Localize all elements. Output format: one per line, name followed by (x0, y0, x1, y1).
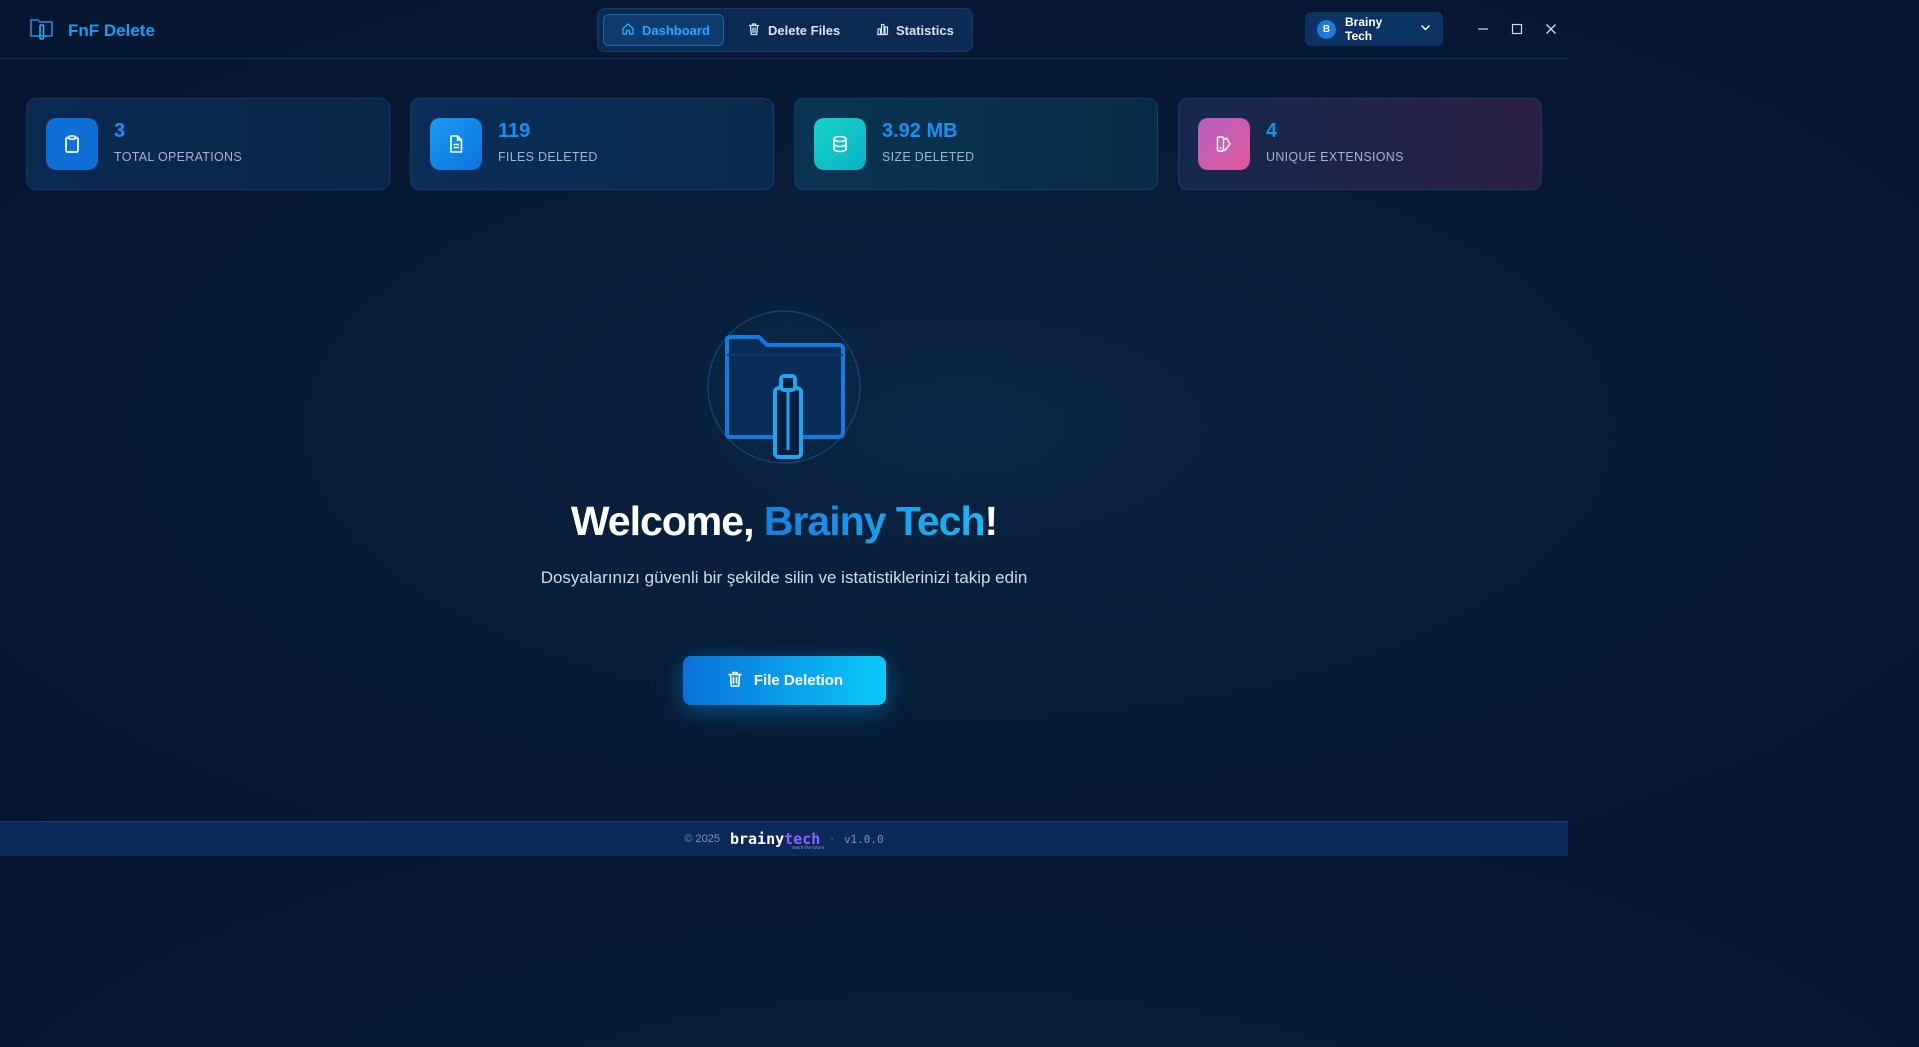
folder-delete-icon (707, 310, 861, 464)
user-name: Brainy Tech (1345, 15, 1383, 43)
top-bar: FnF Delete Dashboard Delete Files Statis… (0, 0, 1568, 59)
chevron-down-icon (1420, 20, 1431, 38)
avatar: B (1317, 19, 1336, 39)
stat-value: 3.92 MB (882, 120, 958, 142)
stat-value: 119 (498, 120, 531, 142)
tab-statistics[interactable]: Statistics (858, 14, 971, 46)
welcome-name: Brainy Tech (763, 498, 986, 544)
bar-chart-icon (875, 22, 889, 39)
copyright: © 2025 (684, 833, 720, 845)
welcome-suffix: ! (984, 498, 999, 544)
stat-card-unique-extensions: 4 UNIQUE EXTENSIONS (1178, 98, 1542, 190)
logo-part-1: brainy (729, 830, 785, 848)
minimize-icon[interactable] (1472, 18, 1494, 40)
file-deletion-label: File Deletion (753, 672, 844, 689)
brainytech-logo: brainytech reach the future (729, 830, 824, 850)
home-icon (621, 22, 635, 39)
stat-card-size-deleted: 3.92 MB SIZE DELETED (794, 98, 1158, 190)
main-nav: Dashboard Delete Files Statistics (597, 8, 973, 52)
stat-label: FILES DELETED (498, 150, 598, 164)
tab-statistics-label: Statistics (896, 22, 954, 38)
stat-value: 4 (1266, 120, 1278, 142)
trash-icon (726, 670, 744, 692)
stat-label: SIZE DELETED (882, 150, 975, 164)
welcome-subtitle: Dosyalarınızı güvenli bir şekilde silin … (540, 568, 1028, 587)
stat-label: UNIQUE EXTENSIONS (1266, 150, 1404, 164)
tab-delete-files[interactable]: Delete Files (730, 14, 857, 46)
stat-card-files-deleted: 119 FILES DELETED (410, 98, 774, 190)
welcome-prefix: Welcome, (570, 498, 764, 544)
app-version: v1.0.0 (843, 832, 884, 846)
close-icon[interactable] (1540, 18, 1562, 40)
footer-separator: · (830, 833, 834, 845)
tab-delete-files-label: Delete Files (768, 22, 841, 38)
file-text-icon (430, 118, 482, 170)
welcome-heading: Welcome, Brainy Tech! (0, 498, 1568, 545)
stat-value: 3 (114, 120, 126, 142)
app-title: FnF Delete (68, 20, 155, 40)
logo-tagline: reach the future (791, 845, 825, 850)
stat-label: TOTAL OPERATIONS (114, 150, 242, 164)
maximize-icon[interactable] (1506, 18, 1528, 40)
database-icon (814, 118, 866, 170)
file-deletion-button[interactable]: File Deletion (683, 656, 886, 705)
app-logo-icon (28, 14, 56, 47)
clipboard-icon (46, 118, 98, 170)
user-menu-button[interactable]: B Brainy Tech (1305, 12, 1443, 46)
tab-dashboard[interactable]: Dashboard (603, 14, 724, 46)
app-brand: FnF Delete (28, 14, 155, 47)
trash-icon (747, 22, 761, 39)
footer: © 2025 brainytech reach the future · v1.0… (0, 821, 1568, 856)
swatches-icon (1198, 118, 1250, 170)
tab-dashboard-label: Dashboard (642, 22, 710, 38)
stat-card-total-operations: 3 TOTAL OPERATIONS (26, 98, 390, 190)
